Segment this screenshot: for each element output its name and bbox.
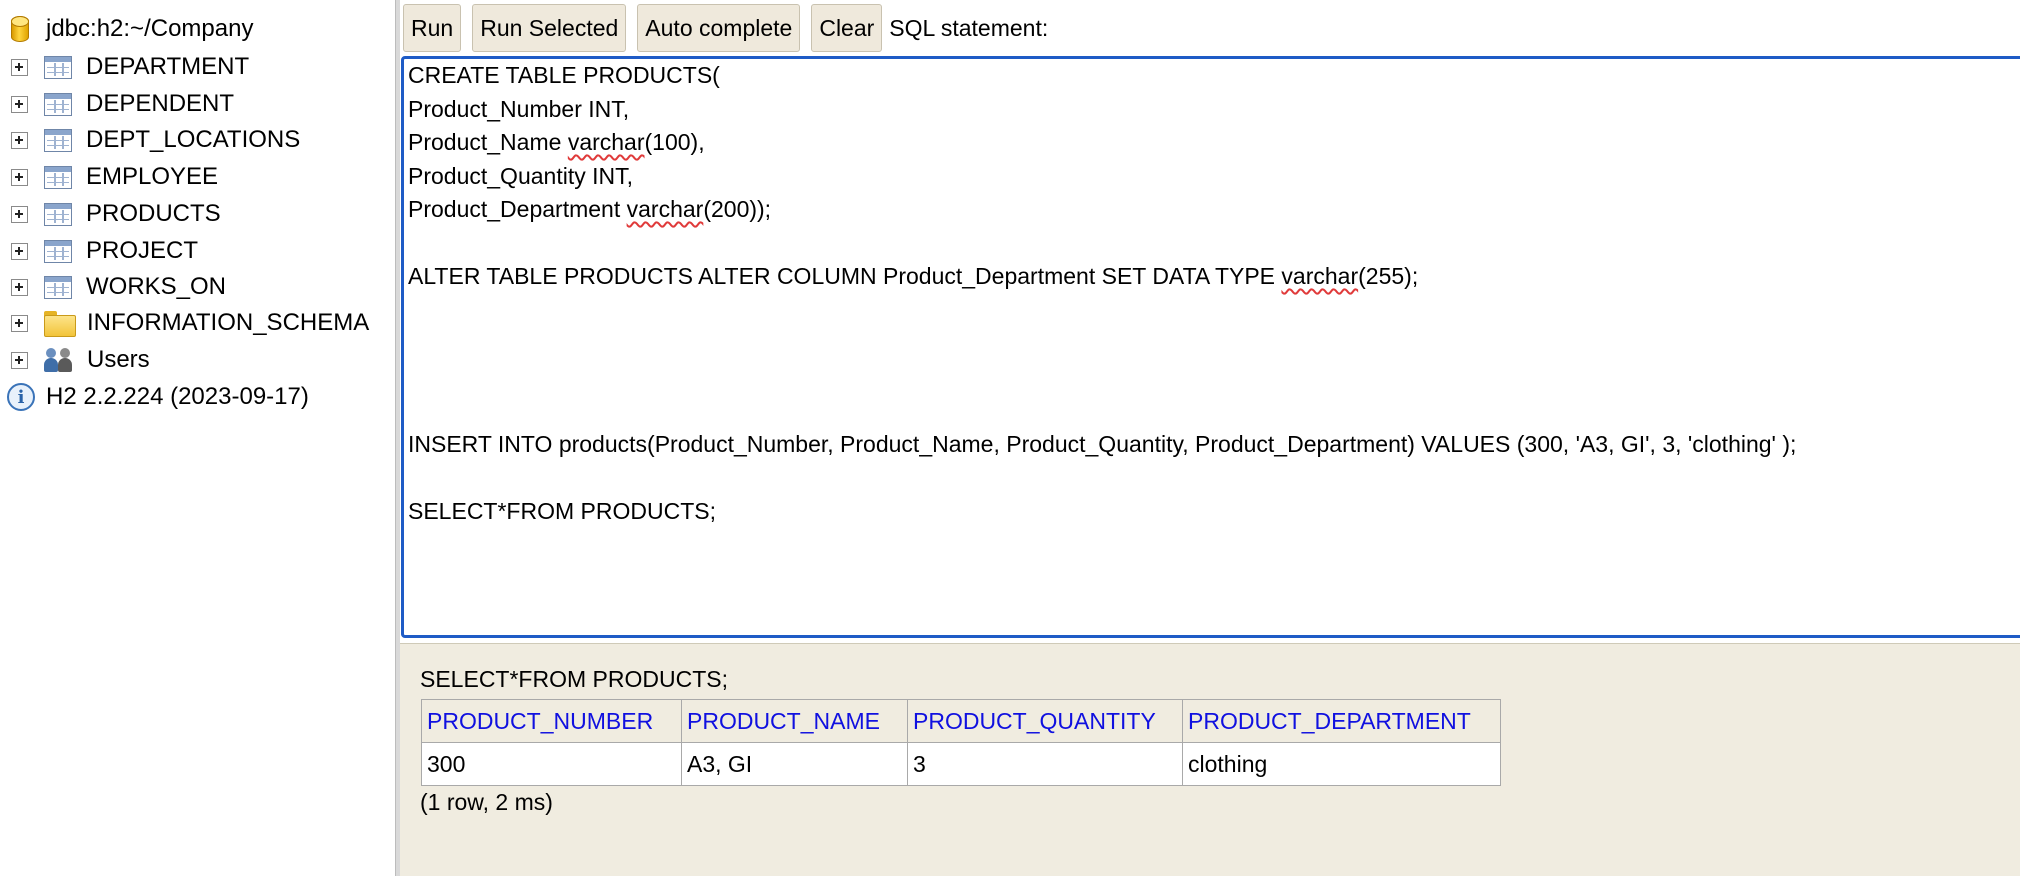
result-table: PRODUCT_NUMBER PRODUCT_NAME PRODUCT_QUAN… <box>421 699 1501 786</box>
info-icon: i <box>7 383 35 411</box>
table-icon <box>44 92 72 116</box>
editor-line: INSERT INTO products(Product_Number, Pro… <box>408 431 1797 457</box>
spellcheck-word: varchar <box>567 129 645 155</box>
expand-icon[interactable] <box>11 95 28 113</box>
column-header[interactable]: PRODUCT_NAME <box>681 699 908 743</box>
tree-item-label: DEPARTMENT <box>86 53 250 80</box>
tree-item-dept-locations[interactable]: DEPT_LOCATIONS <box>0 122 300 158</box>
table-row: 300 A3, GI 3 clothing <box>421 742 1501 786</box>
expand-icon[interactable] <box>11 314 28 332</box>
expand-icon[interactable] <box>11 58 28 76</box>
folder-icon <box>44 311 76 337</box>
tree-item-products[interactable]: PRODUCTS <box>0 196 221 232</box>
tree-item-label: DEPENDENT <box>86 90 235 117</box>
tree-item-project[interactable]: PROJECT <box>0 233 198 269</box>
editor-line: Product_Department varchar(200)); <box>408 194 771 224</box>
clear-button[interactable]: Clear <box>811 4 883 52</box>
column-header[interactable]: PRODUCT_DEPARTMENT <box>1182 699 1501 743</box>
result-summary: (1 row, 2 ms) <box>420 789 553 815</box>
table-icon <box>44 55 72 79</box>
expand-icon[interactable] <box>11 131 28 149</box>
users-icon <box>44 346 74 374</box>
tree-connection[interactable]: jdbc:h2:~/Company <box>0 11 253 47</box>
table-cell: 300 <box>421 742 682 786</box>
editor-text: Product_Department <box>408 196 627 222</box>
editor-text: (200)); <box>703 196 772 222</box>
tree-item-employee[interactable]: EMPLOYEE <box>0 159 218 195</box>
editor-text: ALTER TABLE PRODUCTS ALTER COLUMN Produc… <box>408 263 1282 289</box>
table-icon <box>44 128 72 152</box>
column-header[interactable]: PRODUCT_NUMBER <box>421 699 682 743</box>
editor-line: Product_Number INT, <box>408 96 630 122</box>
run-button[interactable]: Run <box>403 4 462 52</box>
spellcheck-word: varchar <box>626 196 704 222</box>
tree-item-users[interactable]: Users <box>0 342 150 378</box>
object-tree: jdbc:h2:~/Company DEPARTMENT DEPENDENT D… <box>0 0 395 876</box>
editor-text: (255); <box>1358 263 1419 289</box>
tree-item-label: Users <box>87 346 150 373</box>
version-label: H2 2.2.224 (2023-09-17) <box>46 383 309 410</box>
spellcheck-word: varchar <box>1281 263 1359 289</box>
expand-icon[interactable] <box>11 242 28 260</box>
table-icon <box>44 202 72 226</box>
expand-icon[interactable] <box>11 168 28 186</box>
result-statement: SELECT*FROM PRODUCTS; <box>420 666 728 692</box>
tree-item-information-schema[interactable]: INFORMATION_SCHEMA <box>0 305 369 341</box>
results-panel: SELECT*FROM PRODUCTS; PRODUCT_NUMBER PRO… <box>400 643 2020 876</box>
auto-complete-button[interactable]: Auto complete <box>637 4 801 52</box>
sql-editor[interactable]: CREATE TABLE PRODUCTS( Product_Number IN… <box>401 56 2020 638</box>
editor-line: Product_Name varchar(100), <box>408 127 705 157</box>
tree-item-label: PRODUCTS <box>86 200 221 227</box>
connection-label: jdbc:h2:~/Company <box>46 15 254 42</box>
expand-icon[interactable] <box>11 351 28 369</box>
tree-item-department[interactable]: DEPARTMENT <box>0 49 249 85</box>
tree-item-label: WORKS_ON <box>86 273 227 300</box>
expand-icon[interactable] <box>11 278 28 296</box>
sql-statement-label: SQL statement: <box>889 14 1049 41</box>
table-cell: A3, GI <box>681 742 908 786</box>
table-header-row: PRODUCT_NUMBER PRODUCT_NAME PRODUCT_QUAN… <box>421 699 1501 743</box>
tree-item-label: PROJECT <box>86 237 199 264</box>
editor-text: Product_Name <box>408 129 568 155</box>
editor-line: SELECT*FROM PRODUCTS; <box>408 498 716 524</box>
editor-line: Product_Quantity INT, <box>408 163 633 189</box>
tree-item-works-on[interactable]: WORKS_ON <box>0 269 226 305</box>
table-cell: 3 <box>907 742 1183 786</box>
expand-icon[interactable] <box>11 205 28 223</box>
table-icon <box>44 165 72 189</box>
tree-item-label: EMPLOYEE <box>86 163 219 190</box>
tree-version: i H2 2.2.224 (2023-09-17) <box>0 379 309 415</box>
editor-text: (100), <box>644 129 705 155</box>
tree-item-dependent[interactable]: DEPENDENT <box>0 86 234 122</box>
tree-item-label: DEPT_LOCATIONS <box>86 126 301 153</box>
column-header[interactable]: PRODUCT_QUANTITY <box>907 699 1183 743</box>
toolbar: Run Run Selected Auto complete Clear SQL… <box>400 0 2020 56</box>
editor-line: CREATE TABLE PRODUCTS( <box>408 62 720 88</box>
table-icon <box>44 239 72 263</box>
tree-item-label: INFORMATION_SCHEMA <box>87 309 370 336</box>
table-cell: clothing <box>1182 742 1501 786</box>
run-selected-button[interactable]: Run Selected <box>472 4 627 52</box>
editor-line: ALTER TABLE PRODUCTS ALTER COLUMN Produc… <box>408 261 1418 291</box>
table-icon <box>44 275 72 299</box>
database-icon <box>11 16 29 42</box>
